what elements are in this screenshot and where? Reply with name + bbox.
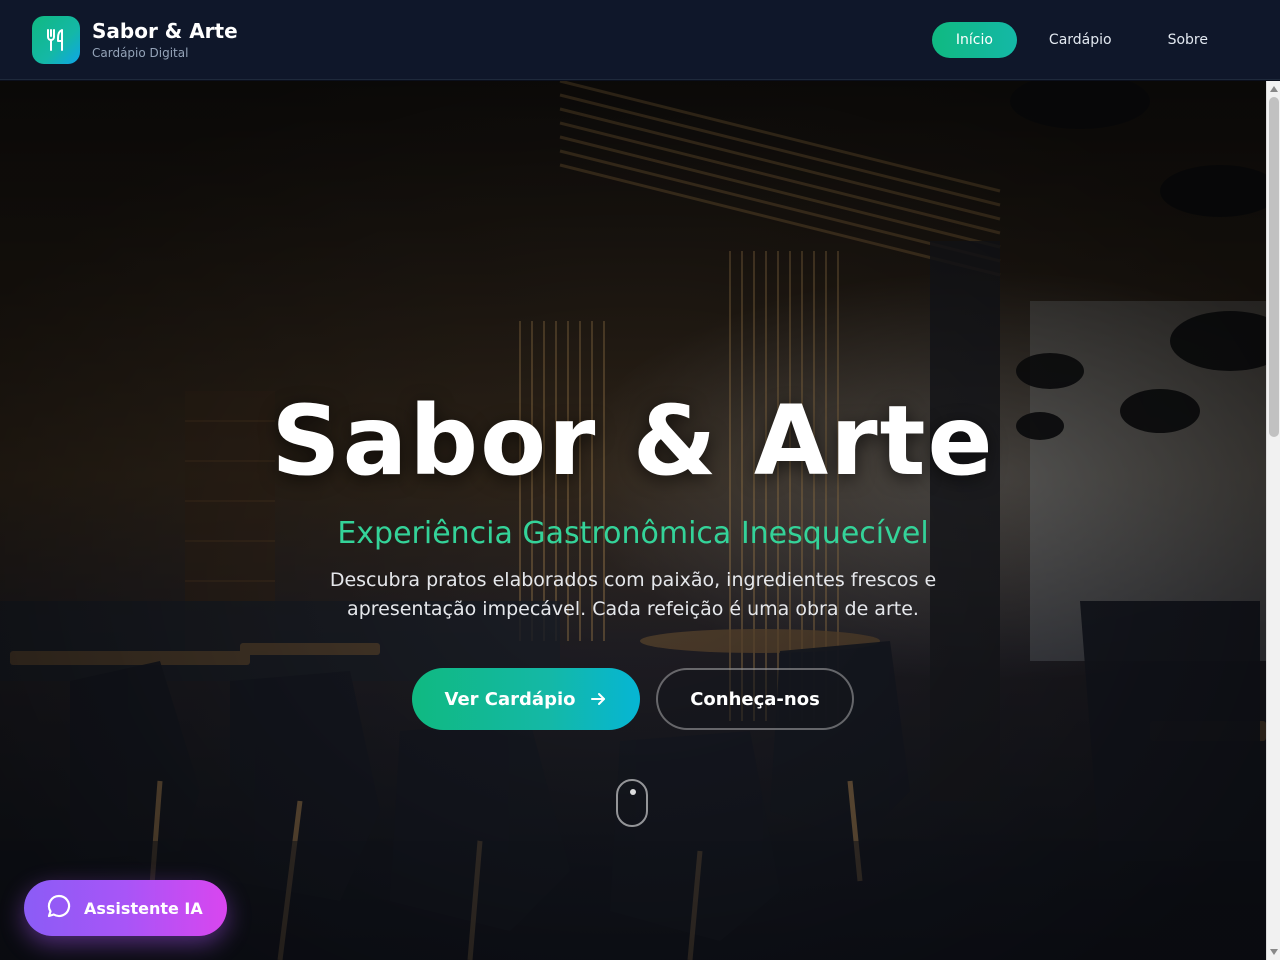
scroll-down-indicator[interactable] [616,779,648,827]
nav-item-inicio[interactable]: Início [931,22,1017,58]
hero-subtitle: Experiência Gastronômica Inesquecível [337,516,929,551]
page-scrollbar[interactable] [1266,81,1280,960]
utensils-icon [32,16,80,64]
nav-item-cardapio[interactable]: Cardápio [1025,22,1136,58]
about-us-button[interactable]: Conheça-nos [656,668,854,730]
scrollbar-thumb[interactable] [1269,97,1279,437]
site-header: Sabor & Arte Cardápio Digital Início Car… [0,0,1280,80]
view-menu-label: Ver Cardápio [444,688,576,710]
brand-name: Sabor & Arte [92,19,238,43]
nav-item-sobre[interactable]: Sobre [1144,22,1232,58]
arrow-right-icon [589,690,607,708]
brand[interactable]: Sabor & Arte Cardápio Digital [32,16,238,64]
view-menu-button[interactable]: Ver Cardápio [412,668,640,730]
chat-bubble-icon [46,893,72,923]
about-us-label: Conheça-nos [690,688,820,710]
scroll-down-icon[interactable] [1269,946,1279,958]
hero-content: Sabor & Arte Experiência Gastronômica In… [0,386,1266,730]
scroll-dot [630,789,636,795]
hero-description: Descubra pratos elaborados com paixão, i… [329,569,937,620]
main-nav: Início Cardápio Sobre [924,22,1232,58]
hero-title: Sabor & Arte [271,385,995,497]
scroll-up-icon[interactable] [1269,83,1279,95]
ai-assistant-label: Assistente IA [84,898,203,918]
brand-tagline: Cardápio Digital [92,46,189,60]
cta-row: Ver Cardápio Conheça-nos [0,668,1266,730]
ai-assistant-button[interactable]: Assistente IA [24,880,227,936]
hero-section: Sabor & Arte Experiência Gastronômica In… [0,81,1266,960]
